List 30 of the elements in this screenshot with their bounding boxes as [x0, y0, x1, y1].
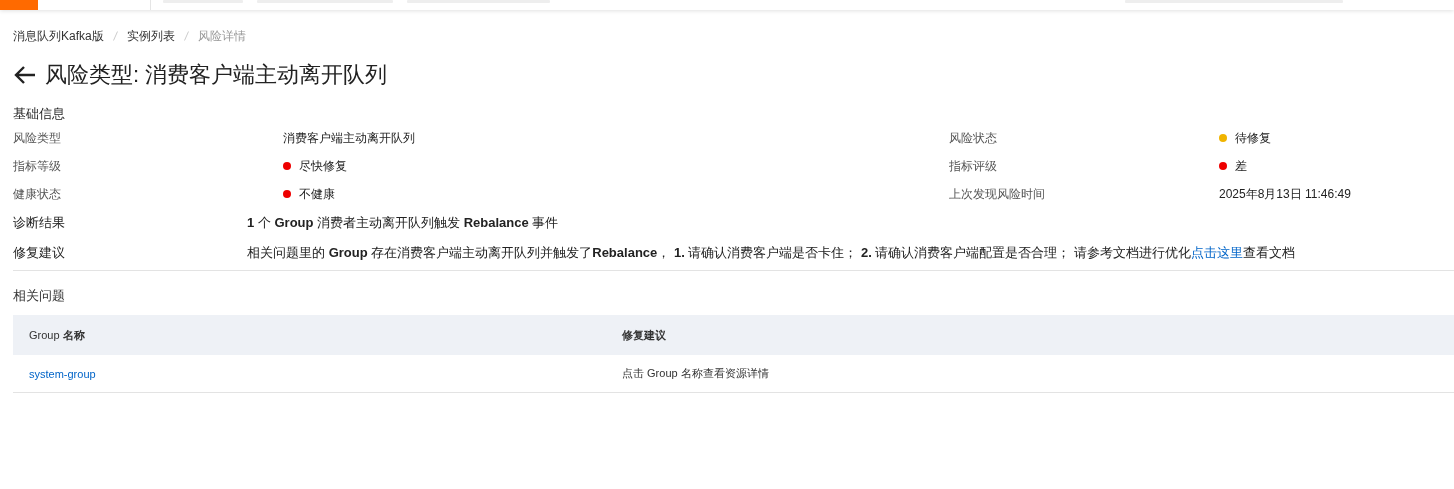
group-link[interactable]: system-group	[29, 367, 96, 380]
field-label: 风险状态	[949, 129, 998, 147]
field-label: 指标等级	[13, 157, 62, 175]
breadcrumb-separator-icon	[183, 31, 189, 41]
field-label: 风险类型	[13, 129, 62, 147]
suggestion-text: 相关问题里的 Group 存在消费客户端主动离开队列并触发了Rebalance， 1. 请确认消费客户端是否卡住； 2. 请确认消费客户端配置是否合理； 请参考文档进行优化点击这里查看文档	[247, 244, 1296, 262]
field-value: 尽快修复	[299, 157, 347, 175]
breadcrumb-current: 风险详情	[197, 27, 246, 45]
diagnosis-text: 1 个 Group 消费者主动离开队列触发 Rebalance 事件	[247, 214, 559, 232]
field-label: 诊断结果	[13, 214, 66, 232]
field-value: 差	[1235, 157, 1247, 175]
field-value: 待修复	[1235, 129, 1271, 147]
back-arrow-icon[interactable]	[13, 65, 37, 85]
column-header: 修复建议	[622, 327, 667, 343]
breadcrumb-link[interactable]: 实例列表	[126, 27, 175, 45]
section-heading: 相关问题	[13, 287, 66, 305]
field-label: 修复建议	[13, 244, 66, 262]
field-label: 健康状态	[13, 185, 62, 203]
breadcrumb-separator-icon	[112, 31, 118, 41]
breadcrumb-link[interactable]: 消息队列Kafka版	[13, 27, 104, 45]
docs-link[interactable]: 点击这里	[1191, 245, 1244, 260]
section-heading: 基础信息	[13, 105, 66, 123]
field-value: 2025年8月13日 11:46:49	[1219, 185, 1351, 203]
field-value: 消费客户端主动离开队列	[283, 129, 415, 147]
field-value: 不健康	[299, 185, 335, 203]
page-title: 风险类型: 消费客户端主动离开队列	[45, 61, 388, 89]
field-label: 上次发现风险时间	[949, 185, 1046, 203]
field-label: 指标评级	[949, 157, 998, 175]
column-header: Group 名称	[28, 327, 86, 343]
table-cell-text: 点击 Group 名称查看资源详情	[622, 366, 770, 381]
